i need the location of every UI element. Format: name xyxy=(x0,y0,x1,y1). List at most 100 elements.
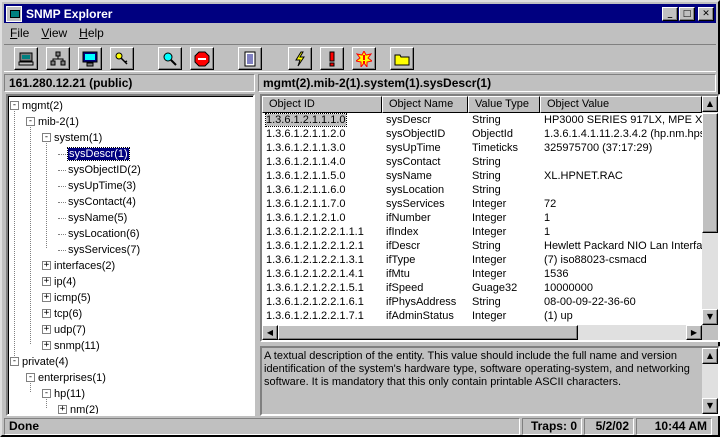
column-value-type[interactable]: Value Type xyxy=(468,96,540,113)
tree-node[interactable]: + tcp(6) xyxy=(42,306,82,322)
scroll-down-icon[interactable]: ▼ xyxy=(702,309,718,325)
tree-node[interactable]: sysServices(7) xyxy=(58,242,140,258)
tree-node[interactable]: + udp(7) xyxy=(42,322,86,338)
grid-vertical-scrollbar[interactable]: ▲ ▼ xyxy=(702,96,718,325)
table-row[interactable]: 1.3.6.1.2.1.1.5.0 sysName String XL.HPNET.R… xyxy=(262,169,702,183)
desc-scroll-down-icon[interactable]: ▼ xyxy=(702,398,718,414)
scroll-left-icon[interactable]: ◀ xyxy=(262,325,278,340)
menu-view[interactable]: View xyxy=(35,26,73,40)
grid-horizontal-scrollbar[interactable]: ◀ ▶ xyxy=(262,325,702,340)
mib-tree[interactable]: - mgmt(2) - mib-2(1) - system(1) sysDescr(1) sy… xyxy=(6,94,255,416)
tree-node[interactable]: sysUpTime(3) xyxy=(58,178,136,194)
keys-icon xyxy=(115,52,128,65)
document-button[interactable] xyxy=(238,47,262,70)
trap-button[interactable] xyxy=(352,47,376,70)
table-row[interactable]: 1.3.6.1.2.1.2.2.1.5.1 ifSpeed Guage32 10000… xyxy=(262,281,702,295)
column-object-value[interactable]: Object Value xyxy=(540,96,702,113)
collapse-icon[interactable]: - xyxy=(10,100,19,110)
collapse-icon[interactable]: - xyxy=(42,132,51,142)
expand-icon[interactable]: + xyxy=(42,292,51,302)
tree-node[interactable]: + snmp(11) xyxy=(42,338,100,354)
expand-icon[interactable]: + xyxy=(42,276,51,286)
tree-node[interactable]: + ip(4) xyxy=(42,274,76,290)
tree-node-label: sysServices(7) xyxy=(68,244,141,256)
table-row[interactable]: 1.3.6.1.2.1.1.7.0 sysServices Integer 72 xyxy=(262,197,702,211)
column-object-id[interactable]: Object ID xyxy=(262,96,382,113)
table-row[interactable]: 1.3.6.1.2.1.2.2.1.4.1 ifMtu Integer 1536 xyxy=(262,267,702,281)
table-row[interactable]: 1.3.6.1.2.1.2.2.1.7.1 ifAdminStatus Intege… xyxy=(262,309,702,323)
tree-line xyxy=(14,104,15,360)
table-row[interactable]: 1.3.6.1.2.1.1.4.0 sysContact String xyxy=(262,155,702,169)
tree-node[interactable]: - mgmt(2) xyxy=(10,98,63,114)
expand-icon[interactable]: + xyxy=(58,404,67,414)
tree-node[interactable]: sysContact(4) xyxy=(58,194,136,210)
table-row[interactable]: 1.3.6.1.2.1.2.1.0 ifNumber Integer 1 xyxy=(262,211,702,225)
stop-button[interactable] xyxy=(190,47,214,70)
tree-node-label: hp(11) xyxy=(54,388,85,400)
computer-button[interactable] xyxy=(14,47,38,70)
tree-node-label: icmp(5) xyxy=(54,292,91,304)
tree-node[interactable]: - mib-2(1) xyxy=(26,114,79,130)
maximize-button[interactable]: □ xyxy=(679,6,695,21)
table-row[interactable]: 1.3.6.1.2.1.1.2.0 sysObjectID ObjectId 1.3.… xyxy=(262,127,702,141)
table-row[interactable]: 1.3.6.1.2.1.2.2.1.6.1 ifPhysAddress String… xyxy=(262,295,702,309)
table-cell: 1.3.6.1.2.1.1.6.0 xyxy=(266,184,346,196)
description-scrollbar[interactable]: ▲ ▼ xyxy=(702,348,718,414)
expand-icon[interactable]: + xyxy=(42,324,51,334)
tree-node[interactable]: sysDescr(1) xyxy=(58,146,130,162)
table-cell: 1.3.6.1.2.1.2.2.1.4.1 xyxy=(266,268,364,280)
table-row[interactable]: 1.3.6.1.2.1.2.2.1.2.1 ifDescr String Hewlet… xyxy=(262,239,702,253)
expand-icon[interactable]: + xyxy=(42,260,51,270)
network-button[interactable] xyxy=(46,47,70,70)
description-pane: A textual description of the entity. Thi… xyxy=(260,346,720,416)
object-grid[interactable]: Object ID Object Name Value Type Object … xyxy=(260,94,720,342)
lightning-button[interactable] xyxy=(288,47,312,70)
table-cell: Integer xyxy=(472,310,507,322)
scroll-thumb[interactable] xyxy=(702,113,718,233)
oid-path-header: mgmt(2).mib-2(1).system(1).sysDescr(1) xyxy=(258,74,716,92)
table-row[interactable]: 1.3.6.1.2.1.1.6.0 sysLocation String xyxy=(262,183,702,197)
monitor-button[interactable] xyxy=(78,47,102,70)
tree-node[interactable]: + nm(2) xyxy=(58,402,99,414)
table-cell: ifSpeed xyxy=(386,282,424,294)
tree-connector xyxy=(58,169,66,171)
app-icon[interactable] xyxy=(6,5,22,22)
alert-button[interactable] xyxy=(320,47,344,70)
folder-button[interactable] xyxy=(390,47,414,70)
minimize-button[interactable]: _ xyxy=(662,6,678,21)
find-icon xyxy=(163,52,177,66)
desc-scroll-up-icon[interactable]: ▲ xyxy=(702,348,718,364)
collapse-icon[interactable]: - xyxy=(26,116,35,126)
collapse-icon[interactable]: - xyxy=(10,356,19,366)
tree-node[interactable]: - system(1) xyxy=(42,130,102,146)
close-button[interactable]: ✕ xyxy=(698,6,714,21)
table-row[interactable]: 1.3.6.1.2.1.1.3.0 sysUpTime Timeticks 32597… xyxy=(262,141,702,155)
find-button[interactable] xyxy=(158,47,182,70)
table-cell: sysObjectID xyxy=(386,128,446,140)
tree-node[interactable]: sysObjectID(2) xyxy=(58,162,141,178)
tree-node[interactable]: sysName(5) xyxy=(58,210,127,226)
menu-file[interactable]: File xyxy=(4,26,35,40)
tree-node-label: mgmt(2) xyxy=(22,100,63,112)
collapse-icon[interactable]: - xyxy=(42,388,51,398)
tree-node[interactable]: - enterprises(1) xyxy=(26,370,106,386)
scroll-up-icon[interactable]: ▲ xyxy=(702,96,718,112)
tree-node[interactable]: + interfaces(2) xyxy=(42,258,115,274)
expand-icon[interactable]: + xyxy=(42,340,51,350)
collapse-icon[interactable]: - xyxy=(26,372,35,382)
tree-node[interactable]: - hp(11) xyxy=(42,386,85,402)
keys-button[interactable] xyxy=(110,47,134,70)
table-cell: sysLocation xyxy=(386,184,445,196)
tree-node[interactable]: - private(4) xyxy=(10,354,68,370)
column-object-name[interactable]: Object Name xyxy=(382,96,468,113)
table-row[interactable]: 1.3.6.1.2.1.1.1.0 sysDescr String HP3000 SE… xyxy=(262,113,702,127)
tree-node[interactable]: sysLocation(6) xyxy=(58,226,140,242)
table-row[interactable]: 1.3.6.1.2.1.2.2.1.3.1 ifType Integer (7) is… xyxy=(262,253,702,267)
horizontal-scroll-thumb[interactable] xyxy=(278,325,578,340)
menu-help[interactable]: Help xyxy=(73,26,110,40)
scroll-right-icon[interactable]: ▶ xyxy=(686,325,702,340)
expand-icon[interactable]: + xyxy=(42,308,51,318)
table-row[interactable]: 1.3.6.1.2.1.2.2.1.1.1 ifIndex Integer 1 xyxy=(262,225,702,239)
tree-node[interactable]: + icmp(5) xyxy=(42,290,91,306)
title-bar[interactable]: SNMP Explorer _ □ ✕ xyxy=(4,4,716,23)
